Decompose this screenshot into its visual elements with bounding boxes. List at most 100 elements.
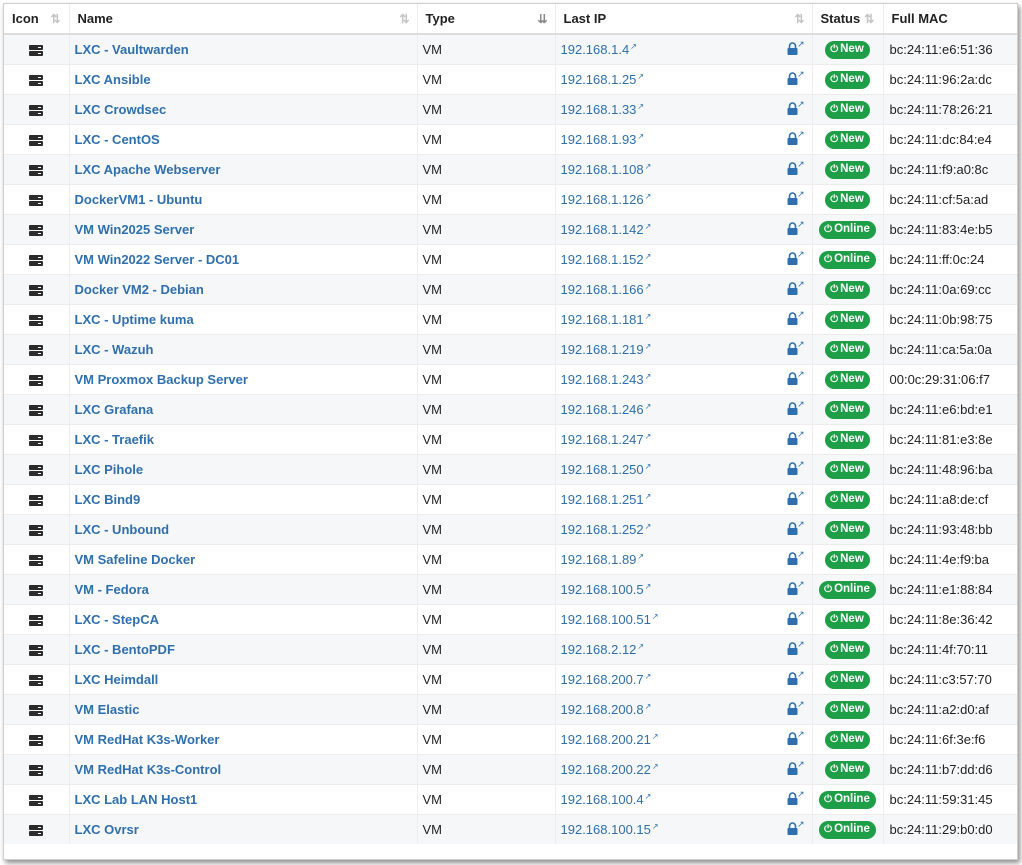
device-name-link[interactable]: LXC - Traefik <box>75 432 154 447</box>
lock-icon[interactable] <box>787 822 798 835</box>
sort-icon[interactable]: ⇅ <box>864 12 874 26</box>
device-name-link[interactable]: VM RedHat K3s-Control <box>75 762 222 777</box>
secure-link-icon[interactable]: ↗ <box>797 369 805 380</box>
secure-link-icon[interactable]: ↗ <box>797 819 805 830</box>
secure-link-icon[interactable]: ↗ <box>797 99 805 110</box>
device-name-link[interactable]: Docker VM2 - Debian <box>75 282 204 297</box>
ip-link[interactable]: 192.168.1.4↗ <box>561 42 637 57</box>
table-row[interactable]: LXC Pihole VM 192.168.1.250↗ ↗ ⏻ New bc:2… <box>4 454 1017 485</box>
ip-link[interactable]: 192.168.1.108↗ <box>561 162 652 177</box>
secure-link-icon[interactable]: ↗ <box>797 549 805 560</box>
secure-link-icon[interactable]: ↗ <box>797 699 805 710</box>
table-row[interactable]: LXC Bind9 VM 192.168.1.251↗ ↗ ⏻ New bc:24… <box>4 484 1017 515</box>
table-row[interactable]: LXC - Wazuh VM 192.168.1.219↗ ↗ ⏻ New bc:… <box>4 334 1017 365</box>
device-name-link[interactable]: LXC - Uptime kuma <box>75 312 194 327</box>
column-header-type[interactable]: Type ⇊ <box>417 4 556 35</box>
secure-link-icon[interactable]: ↗ <box>797 459 805 470</box>
ip-link[interactable]: 192.168.1.219↗ <box>561 342 652 357</box>
secure-link-icon[interactable]: ↗ <box>797 219 805 230</box>
table-row[interactable]: VM RedHat K3s-Control VM 192.168.200.22↗… <box>4 754 1017 785</box>
secure-link-icon[interactable]: ↗ <box>797 579 805 590</box>
ip-link[interactable]: 192.168.2.12↗ <box>561 642 645 657</box>
device-name-link[interactable]: LXC - CentOS <box>75 132 160 147</box>
ip-link[interactable]: 192.168.1.93↗ <box>561 132 645 147</box>
lock-icon[interactable] <box>787 762 798 775</box>
device-name-link[interactable]: LXC - StepCA <box>75 612 160 627</box>
device-name-link[interactable]: LXC Heimdall <box>75 672 159 687</box>
secure-link-icon[interactable]: ↗ <box>797 639 805 650</box>
ip-link[interactable]: 192.168.100.5↗ <box>561 582 652 597</box>
column-header-mac[interactable]: Full MAC <box>883 4 1017 35</box>
device-name-link[interactable]: VM Win2022 Server - DC01 <box>75 252 240 267</box>
ip-link[interactable]: 192.168.1.252↗ <box>561 522 652 537</box>
device-name-link[interactable]: VM Proxmox Backup Server <box>75 372 248 387</box>
table-row[interactable]: VM Win2025 Server VM 192.168.1.142↗ ↗ ⏻ O… <box>4 214 1017 245</box>
table-row[interactable]: LXC Ansible VM 192.168.1.25↗ ↗ ⏻ New bc:2… <box>4 64 1017 95</box>
table-row[interactable]: LXC - CentOS VM 192.168.1.93↗ ↗ ⏻ New bc:… <box>4 124 1017 155</box>
ip-link[interactable]: 192.168.1.181↗ <box>561 312 652 327</box>
secure-link-icon[interactable]: ↗ <box>797 789 805 800</box>
table-row[interactable]: LXC - Traefik VM 192.168.1.247↗ ↗ ⏻ New b… <box>4 424 1017 455</box>
ip-link[interactable]: 192.168.200.21↗ <box>561 732 659 747</box>
lock-icon[interactable] <box>787 222 798 235</box>
ip-link[interactable]: 192.168.1.89↗ <box>561 552 645 567</box>
ip-link[interactable]: 192.168.1.243↗ <box>561 372 652 387</box>
lock-icon[interactable] <box>787 672 798 685</box>
table-row[interactable]: VM Win2022 Server - DC01 VM 192.168.1.15… <box>4 244 1017 275</box>
device-name-link[interactable]: LXC Pihole <box>75 462 144 477</box>
device-name-link[interactable]: LXC Lab LAN Host1 <box>75 792 198 807</box>
secure-link-icon[interactable]: ↗ <box>797 189 805 200</box>
secure-link-icon[interactable]: ↗ <box>797 309 805 320</box>
secure-link-icon[interactable]: ↗ <box>797 339 805 350</box>
lock-icon[interactable] <box>787 522 798 535</box>
lock-icon[interactable] <box>787 492 798 505</box>
secure-link-icon[interactable]: ↗ <box>797 69 805 80</box>
lock-icon[interactable] <box>787 582 798 595</box>
secure-link-icon[interactable]: ↗ <box>797 729 805 740</box>
secure-link-icon[interactable]: ↗ <box>797 519 805 530</box>
lock-icon[interactable] <box>787 732 798 745</box>
ip-link[interactable]: 192.168.1.33↗ <box>561 102 645 117</box>
lock-icon[interactable] <box>787 612 798 625</box>
ip-link[interactable]: 192.168.1.250↗ <box>561 462 652 477</box>
ip-link[interactable]: 192.168.1.246↗ <box>561 402 652 417</box>
lock-icon[interactable] <box>787 42 798 55</box>
device-name-link[interactable]: VM Win2025 Server <box>75 222 195 237</box>
lock-icon[interactable] <box>787 402 798 415</box>
ip-link[interactable]: 192.168.1.166↗ <box>561 282 652 297</box>
lock-icon[interactable] <box>787 702 798 715</box>
lock-icon[interactable] <box>787 102 798 115</box>
secure-link-icon[interactable]: ↗ <box>797 489 805 500</box>
table-row[interactable]: LXC - Unbound VM 192.168.1.252↗ ↗ ⏻ New b… <box>4 514 1017 545</box>
sort-descending-icon[interactable]: ⇊ <box>537 12 547 26</box>
ip-link[interactable]: 192.168.200.22↗ <box>561 762 659 777</box>
secure-link-icon[interactable]: ↗ <box>797 759 805 770</box>
table-row[interactable]: LXC - BentoPDF VM 192.168.2.12↗ ↗ ⏻ New b… <box>4 634 1017 665</box>
lock-icon[interactable] <box>787 372 798 385</box>
column-header-name[interactable]: Name ⇅ <box>69 4 418 35</box>
secure-link-icon[interactable]: ↗ <box>797 609 805 620</box>
lock-icon[interactable] <box>787 132 798 145</box>
lock-icon[interactable] <box>787 192 798 205</box>
lock-icon[interactable] <box>787 282 798 295</box>
device-name-link[interactable]: LXC Ansible <box>75 72 151 87</box>
ip-link[interactable]: 192.168.1.152↗ <box>561 252 652 267</box>
table-row[interactable]: LXC Apache Webserver VM 192.168.1.108↗ ↗… <box>4 154 1017 185</box>
ip-link[interactable]: 192.168.1.247↗ <box>561 432 652 447</box>
lock-icon[interactable] <box>787 342 798 355</box>
table-row[interactable]: LXC - Uptime kuma VM 192.168.1.181↗ ↗ ⏻ N… <box>4 304 1017 335</box>
device-name-link[interactable]: LXC - BentoPDF <box>75 642 175 657</box>
table-row[interactable]: VM - Fedora VM 192.168.100.5↗ ↗ ⏻ Online … <box>4 574 1017 605</box>
lock-icon[interactable] <box>787 792 798 805</box>
lock-icon[interactable] <box>787 312 798 325</box>
secure-link-icon[interactable]: ↗ <box>797 129 805 140</box>
lock-icon[interactable] <box>787 252 798 265</box>
column-header-icon[interactable]: Icon ⇅ <box>4 4 70 35</box>
table-row[interactable]: VM RedHat K3s-Worker VM 192.168.200.21↗ … <box>4 724 1017 755</box>
table-row[interactable]: LXC Crowdsec VM 192.168.1.33↗ ↗ ⏻ New bc:… <box>4 94 1017 125</box>
device-name-link[interactable]: LXC Apache Webserver <box>75 162 221 177</box>
device-name-link[interactable]: VM Elastic <box>75 702 140 717</box>
ip-link[interactable]: 192.168.1.126↗ <box>561 192 652 207</box>
device-name-link[interactable]: LXC - Wazuh <box>75 342 154 357</box>
secure-link-icon[interactable]: ↗ <box>797 429 805 440</box>
